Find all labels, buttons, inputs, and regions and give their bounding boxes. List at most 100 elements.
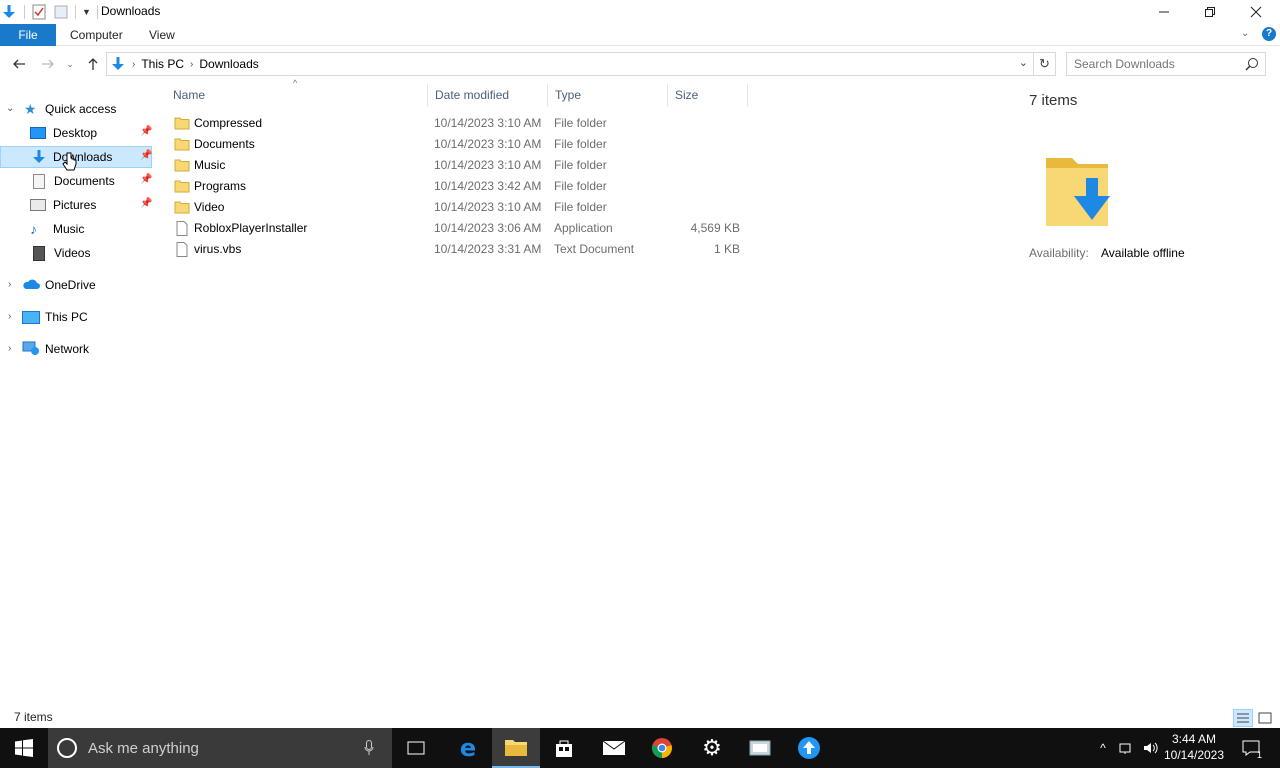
file-explorer-icon[interactable] <box>492 728 540 768</box>
search-icon[interactable] <box>1245 57 1259 74</box>
taskbar: Ask me anything e ⚙ ^ 3:44 AM 10/14/2023 <box>0 728 1280 768</box>
folder-icon <box>174 137 190 154</box>
cortana-icon <box>57 738 77 758</box>
file-type: Application <box>554 221 613 235</box>
file-row[interactable]: Video 10/14/2023 3:10 AM File folder <box>166 197 750 218</box>
file-icon <box>174 221 190 239</box>
system-clock[interactable]: 3:44 AM 10/14/2023 <box>1160 731 1228 763</box>
tab-view[interactable]: View <box>137 24 187 46</box>
forward-button[interactable] <box>38 54 58 74</box>
sidebar-item-network[interactable]: Network <box>22 338 152 360</box>
refresh-button[interactable]: ↻ <box>1034 52 1056 76</box>
file-size: 1 KB <box>713 242 740 256</box>
expand-ribbon-chevron-icon[interactable]: ⌄ <box>1241 28 1249 39</box>
close-button[interactable] <box>1233 0 1279 24</box>
sort-ascending-icon: ^ <box>293 78 298 88</box>
restore-button[interactable] <box>1187 0 1233 24</box>
customize-qa-chevron-icon[interactable]: ▼ <box>82 7 91 17</box>
network-status-icon[interactable] <box>1116 728 1138 768</box>
pictures-icon <box>30 199 46 211</box>
back-button[interactable] <box>9 54 29 74</box>
ribbon: File Computer View ⌄ ? <box>0 24 1280 46</box>
sidebar-item-quick-access[interactable]: ★ Quick access <box>24 98 154 120</box>
show-hidden-icons-chevron-icon[interactable]: ^ <box>1094 728 1112 768</box>
upload-app-icon[interactable] <box>785 728 833 768</box>
expand-chevron-icon[interactable]: › <box>8 279 11 290</box>
downloads-icon <box>31 149 47 165</box>
chrome-icon[interactable] <box>638 728 686 768</box>
breadcrumb-downloads[interactable]: Downloads <box>199 57 258 71</box>
sidebar-item-documents[interactable]: Documents <box>30 170 150 192</box>
divider <box>75 5 76 19</box>
sidebar-item-pictures[interactable]: Pictures <box>30 194 150 216</box>
column-header-type[interactable]: Type <box>548 84 668 106</box>
volume-icon[interactable] <box>1140 728 1162 768</box>
settings-gear-icon[interactable]: ⚙ <box>688 728 736 768</box>
search-input[interactable] <box>1074 53 1244 75</box>
onedrive-icon <box>22 278 40 293</box>
sidebar-item-onedrive[interactable]: OneDrive <box>22 274 152 296</box>
tab-file[interactable]: File <box>0 24 56 46</box>
column-header-size[interactable]: Size <box>668 84 748 106</box>
status-bar: 7 items <box>0 706 1280 728</box>
search-box[interactable] <box>1066 52 1266 76</box>
pin-icon: 📌 <box>140 126 153 137</box>
sidebar-item-label: Quick access <box>45 102 117 116</box>
task-view-icon[interactable] <box>392 728 440 768</box>
notification-badge: 1 <box>1256 750 1262 760</box>
minimize-button[interactable] <box>1141 0 1187 24</box>
start-button[interactable] <box>0 728 48 768</box>
file-row[interactable]: Documents 10/14/2023 3:10 AM File folder <box>166 134 750 155</box>
details-item-count: 7 items <box>1029 92 1078 109</box>
file-row[interactable]: virus.vbs 10/14/2023 3:31 AM Text Docume… <box>166 239 750 260</box>
cortana-placeholder: Ask me anything <box>88 740 199 757</box>
availability-label: Availability: <box>1029 246 1089 260</box>
new-folder-icon[interactable] <box>53 4 69 20</box>
file-date: 10/14/2023 3:10 AM <box>434 158 542 172</box>
downloads-folder-icon <box>1044 148 1120 235</box>
sidebar-item-label: Music <box>53 222 85 236</box>
breadcrumb-this-pc[interactable]: This PC <box>141 57 184 71</box>
downloads-quick-icon[interactable] <box>0 3 18 21</box>
help-icon[interactable]: ? <box>1262 27 1276 41</box>
properties-icon[interactable] <box>31 4 47 20</box>
edge-icon[interactable]: e <box>444 728 492 768</box>
large-icons-view-button[interactable] <box>1255 709 1275 727</box>
sidebar-item-desktop[interactable]: Desktop <box>30 122 150 144</box>
expand-chevron-icon[interactable]: › <box>8 343 11 354</box>
sidebar-item-this-pc[interactable]: This PC <box>22 306 152 328</box>
file-row[interactable]: Compressed 10/14/2023 3:10 AM File folde… <box>166 113 750 134</box>
cortana-search-box[interactable]: Ask me anything <box>48 728 392 768</box>
file-date: 10/14/2023 3:10 AM <box>434 137 542 151</box>
file-row[interactable]: Music 10/14/2023 3:10 AM File folder <box>166 155 750 176</box>
file-row[interactable]: Programs 10/14/2023 3:42 AM File folder <box>166 176 750 197</box>
control-panel-icon[interactable] <box>736 728 784 768</box>
file-row[interactable]: RobloxPlayerInstaller 10/14/2023 3:06 AM… <box>166 218 750 239</box>
sidebar-item-label: OneDrive <box>45 278 96 292</box>
sidebar-item-music[interactable]: ♪ Music <box>30 218 150 240</box>
address-dropdown-chevron-icon[interactable]: ⌄ <box>1019 56 1028 69</box>
breadcrumb-separator-icon: › <box>190 58 194 70</box>
quick-access-toolbar: ▼ <box>0 3 104 21</box>
sidebar-item-label: Documents <box>54 174 115 188</box>
microphone-icon[interactable] <box>364 740 374 759</box>
tab-computer[interactable]: Computer <box>58 24 135 46</box>
file-type: File folder <box>554 137 607 151</box>
up-button[interactable] <box>83 54 103 74</box>
details-view-button[interactable] <box>1233 709 1253 727</box>
mail-icon[interactable] <box>590 728 638 768</box>
breadcrumb-separator-icon: › <box>132 58 136 70</box>
expand-chevron-icon[interactable]: › <box>8 311 11 322</box>
store-icon[interactable] <box>540 728 588 768</box>
action-center-icon[interactable]: 1 <box>1234 728 1268 768</box>
recent-locations-chevron-icon[interactable]: ⌄ <box>62 54 78 74</box>
file-name: RobloxPlayerInstaller <box>194 221 308 235</box>
expand-chevron-icon[interactable]: ⌄ <box>6 103 14 114</box>
sidebar-item-videos[interactable]: Videos <box>30 242 150 264</box>
column-header-date[interactable]: Date modified <box>428 84 548 106</box>
sidebar-item-label: Desktop <box>53 126 98 140</box>
divider <box>96 5 98 19</box>
file-type: File folder <box>554 116 607 130</box>
address-bar[interactable]: › This PC › Downloads ⌄ <box>106 52 1034 76</box>
file-size: 4,569 KB <box>690 221 740 235</box>
